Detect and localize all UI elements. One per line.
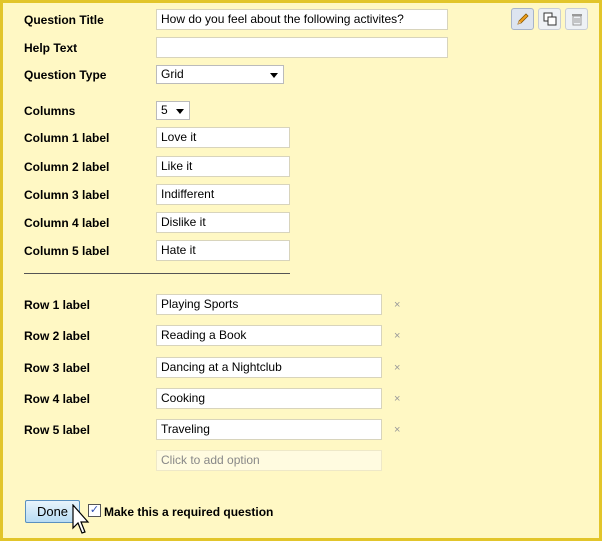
remove-row-button[interactable]: × (394, 362, 400, 374)
help-text-input[interactable] (156, 37, 448, 58)
row-input[interactable]: Dancing at a Nightclub (156, 357, 382, 378)
required-label: Make this a required question (104, 505, 274, 519)
edit-button[interactable] (511, 8, 534, 30)
remove-row-button[interactable]: × (394, 330, 400, 342)
row-label: Row 1 label (24, 298, 91, 312)
column-input[interactable]: Dislike it (156, 212, 290, 233)
mouse-cursor-icon (72, 504, 90, 534)
question-type-value: Grid (161, 67, 184, 81)
trash-icon (571, 14, 582, 26)
pencil-icon (516, 13, 529, 25)
columns-select[interactable]: 5 (156, 101, 190, 120)
row-label: Row 4 label (24, 392, 91, 406)
question-title-label: Question Title (24, 13, 104, 27)
question-title-input[interactable]: How do you feel about the following acti… (156, 9, 448, 30)
column-label: Column 2 label (24, 160, 110, 174)
question-type-select[interactable]: Grid (156, 65, 284, 84)
remove-row-button[interactable]: × (394, 393, 400, 405)
row-input[interactable]: Cooking (156, 388, 382, 409)
help-text-label: Help Text (24, 41, 78, 55)
chevron-down-icon (270, 73, 278, 78)
column-label: Column 4 label (24, 216, 110, 230)
row-input[interactable]: Reading a Book (156, 325, 382, 346)
add-option-input[interactable]: Click to add option (156, 450, 382, 471)
column-label: Column 1 label (24, 131, 110, 145)
columns-label: Columns (24, 104, 76, 118)
duplicate-icon (543, 12, 556, 26)
delete-button[interactable] (565, 8, 588, 30)
columns-value: 5 (161, 103, 168, 117)
remove-row-button[interactable]: × (394, 299, 400, 311)
column-input[interactable]: Indifferent (156, 184, 290, 205)
column-input[interactable]: Like it (156, 156, 290, 177)
column-input[interactable]: Hate it (156, 240, 290, 261)
duplicate-button[interactable] (538, 8, 561, 30)
column-label: Column 5 label (24, 244, 110, 258)
row-input[interactable]: Playing Sports (156, 294, 382, 315)
column-label: Column 3 label (24, 188, 110, 202)
row-label: Row 3 label (24, 361, 91, 375)
chevron-down-icon (176, 109, 184, 114)
question-type-label: Question Type (24, 68, 107, 82)
row-label: Row 2 label (24, 329, 91, 343)
question-editor: Question Title How do you feel about the… (0, 0, 602, 541)
remove-row-button[interactable]: × (394, 424, 400, 436)
row-label: Row 5 label (24, 423, 91, 437)
divider (24, 273, 290, 274)
column-input[interactable]: Love it (156, 127, 290, 148)
row-input[interactable]: Traveling (156, 419, 382, 440)
